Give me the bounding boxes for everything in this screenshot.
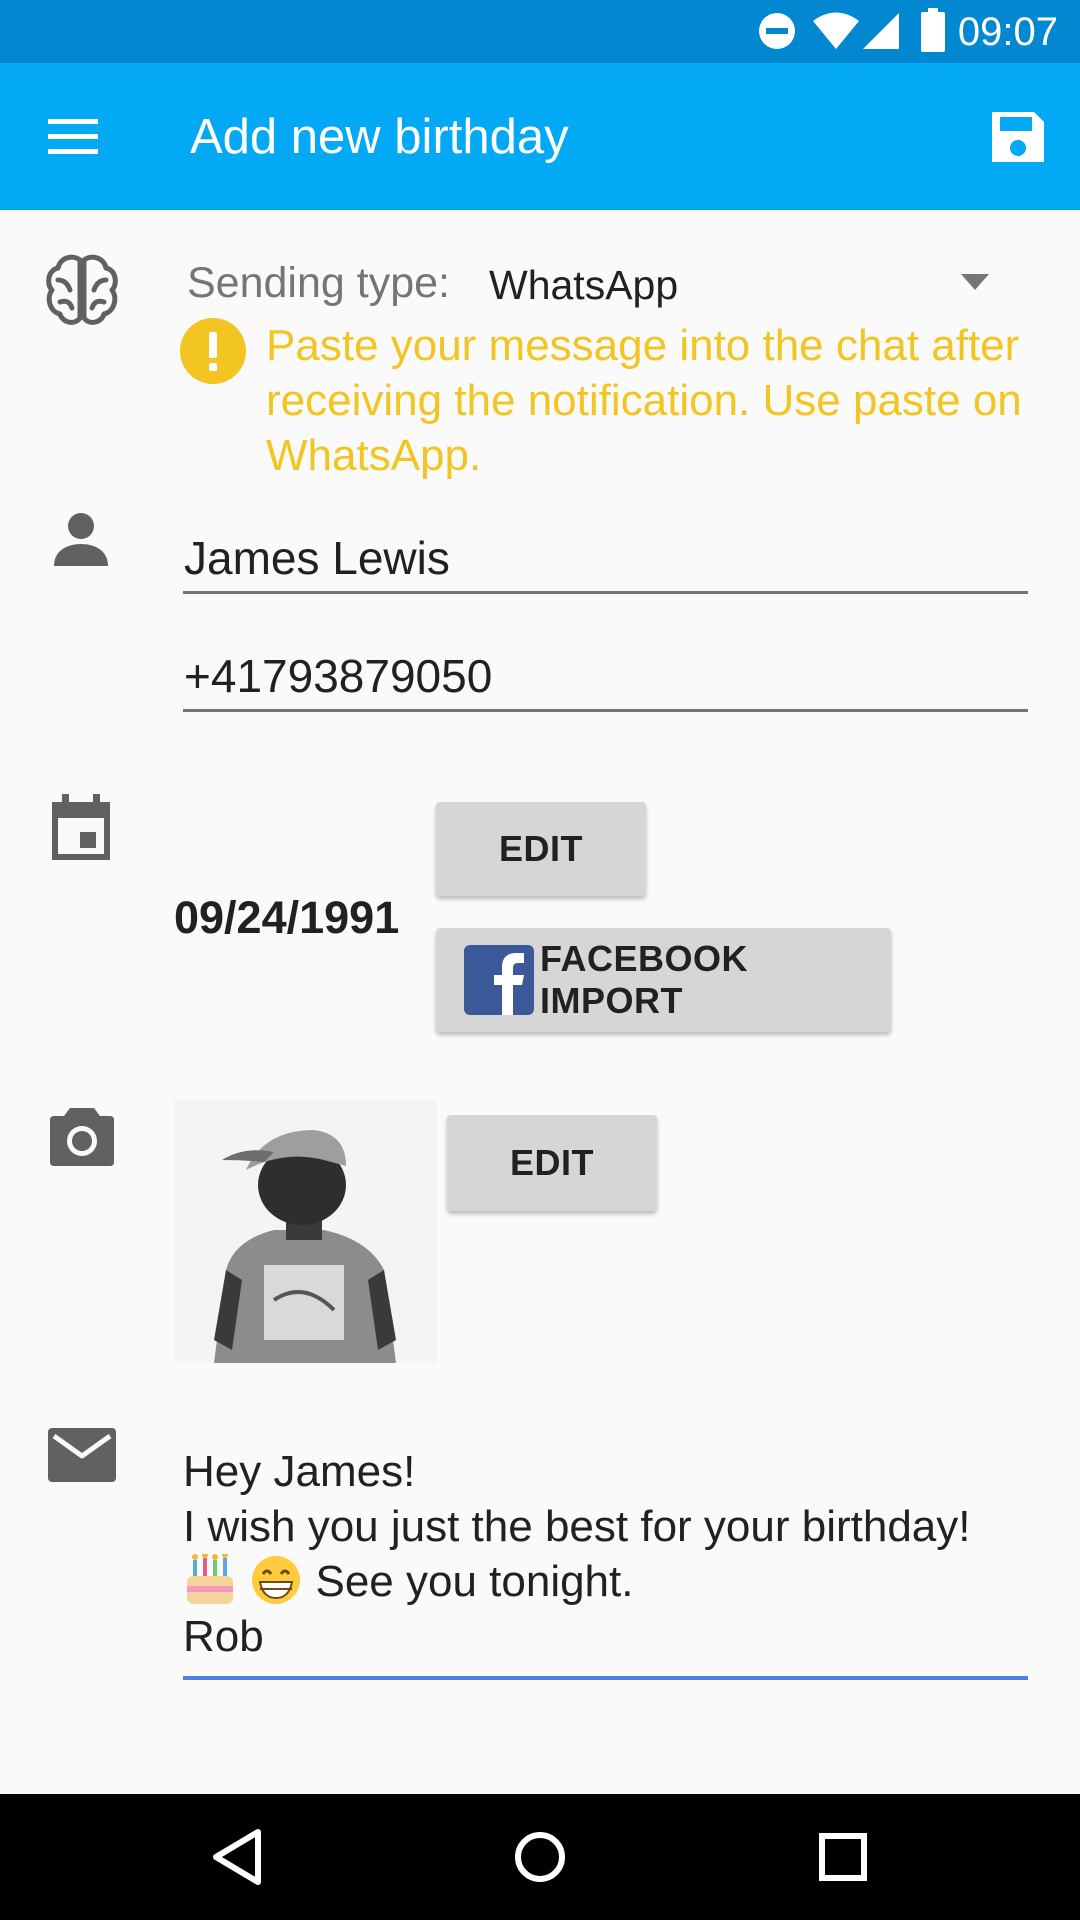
facebook-import-label: FACEBOOK IMPORT	[540, 938, 749, 1021]
navigation-bar	[0, 1794, 1080, 1920]
battery-icon	[921, 8, 945, 52]
recents-icon[interactable]	[802, 1822, 882, 1892]
sending-type-label: Sending type:	[187, 259, 450, 307]
edit-photo-button[interactable]: EDIT	[447, 1115, 657, 1211]
app-bar: Add new birthday	[0, 63, 1080, 210]
message-line-3: See you tonight.	[315, 1557, 634, 1606]
name-field[interactable]: James Lewis	[183, 528, 1028, 594]
message-line-2: I wish you just the best for your birthd…	[183, 1502, 971, 1551]
message-line-3-wrap: See you tonight.	[183, 1552, 1028, 1609]
menu-button[interactable]	[28, 99, 118, 175]
back-icon[interactable]	[198, 1822, 278, 1892]
facebook-import-button[interactable]: FACEBOOK IMPORT	[436, 928, 891, 1032]
whatsapp-warning: Paste your message into the chat after r…	[266, 321, 1022, 480]
save-icon	[992, 112, 1044, 162]
camera-icon	[50, 1108, 114, 1166]
birthday-cake-icon	[187, 1552, 233, 1604]
save-button[interactable]	[972, 99, 1062, 175]
menu-icon	[48, 119, 98, 154]
signal-icon	[863, 13, 899, 49]
warning-icon	[180, 318, 246, 384]
message-line-1: Hey James!	[183, 1447, 416, 1496]
do-not-disturb-icon	[759, 13, 795, 49]
facebook-icon	[464, 945, 534, 1015]
message-field[interactable]: Hey James! I wish you just the best for …	[183, 1444, 1028, 1680]
sending-type-select[interactable]: WhatsApp	[489, 260, 678, 310]
status-bar: 09:07	[0, 0, 1080, 63]
contact-photo	[174, 1100, 437, 1363]
calendar-icon	[52, 794, 110, 860]
status-time: 09:07	[957, 10, 1058, 54]
grinning-face-icon	[252, 1556, 301, 1604]
wifi-icon	[813, 12, 859, 49]
edit-date-button[interactable]: EDIT	[436, 802, 646, 896]
mail-icon	[48, 1428, 116, 1482]
message-line-4: Rob	[183, 1612, 264, 1661]
phone-field[interactable]: +41793879050	[183, 646, 1028, 712]
chevron-down-icon[interactable]	[955, 270, 995, 294]
page-title: Add new birthday	[190, 110, 569, 164]
brain-icon	[46, 254, 118, 325]
birthday-date: 09/24/1991	[174, 892, 400, 943]
home-icon[interactable]	[500, 1822, 580, 1892]
person-icon	[54, 513, 108, 566]
